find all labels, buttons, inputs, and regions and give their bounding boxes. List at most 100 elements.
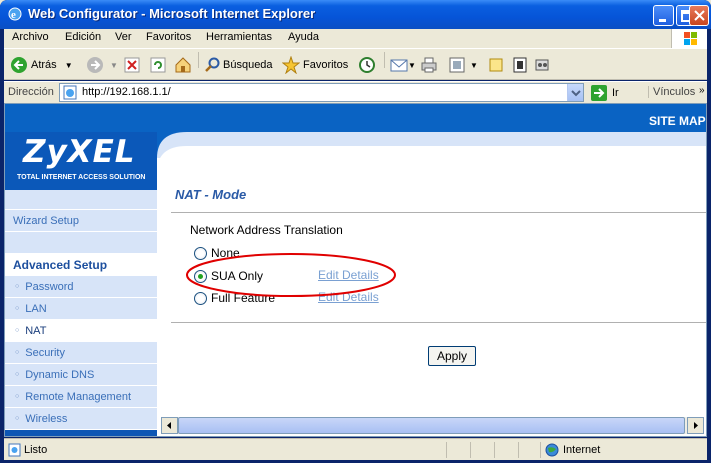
page-icon <box>63 85 77 100</box>
chevron-right-icon <box>694 422 698 429</box>
page-content: SITE MAP ZyXEL Total Internet Access Sol… <box>4 103 707 437</box>
chevron-left-icon <box>167 422 171 429</box>
divider <box>171 212 706 213</box>
mail-button[interactable]: ▼ <box>390 54 416 76</box>
history-button[interactable] <box>358 54 376 76</box>
mail-dropdown-icon[interactable]: ▼ <box>408 61 416 70</box>
messenger-icon <box>535 59 549 71</box>
sidebar-item-remote-management[interactable]: Remote Management <box>5 386 157 408</box>
star-icon <box>282 56 300 74</box>
sidebar-item-nat[interactable]: NAT <box>5 320 157 342</box>
divider <box>171 322 706 323</box>
page-title: NAT - Mode <box>175 187 247 202</box>
edit-page-icon <box>449 57 465 73</box>
svg-text:e: e <box>11 9 16 21</box>
search-icon <box>205 57 220 72</box>
edit-dropdown-icon[interactable]: ▼ <box>470 61 478 70</box>
status-bar: Listo Internet <box>4 438 707 460</box>
forward-dropdown-icon[interactable]: ▼ <box>110 61 118 70</box>
scroll-right-button[interactable] <box>687 417 704 434</box>
windows-logo-icon <box>671 29 707 48</box>
search-button[interactable]: Búsqueda <box>204 54 273 76</box>
favorites-label: Favoritos <box>303 59 349 71</box>
edit-button[interactable]: ▼ <box>448 54 478 76</box>
search-label: Búsqueda <box>223 59 273 71</box>
minimize-button[interactable] <box>653 5 674 26</box>
menu-herramientas[interactable]: Herramientas <box>206 31 272 43</box>
address-dropdown-button[interactable] <box>567 84 583 101</box>
sidebar-item-password[interactable]: Password <box>5 276 157 298</box>
mail-icon <box>390 59 408 72</box>
zyxel-logo: ZyXEL <box>23 134 136 170</box>
scroll-left-button[interactable] <box>161 417 178 434</box>
sidebar-item-lan[interactable]: LAN <box>5 298 157 320</box>
go-label: Ir <box>612 86 619 99</box>
sidebar-nav: Wizard Setup Advanced Setup Password LAN… <box>5 190 157 430</box>
horizontal-scrollbar[interactable] <box>161 417 704 434</box>
main-panel: NAT - Mode Network Address Translation N… <box>157 158 706 436</box>
history-icon <box>359 57 375 73</box>
nav-spacer <box>5 190 157 210</box>
back-button[interactable]: Atrás ▼ <box>10 54 73 76</box>
menu-favoritos[interactable]: Favoritos <box>146 31 191 43</box>
forward-button[interactable]: ▼ <box>86 54 118 76</box>
page-done-icon <box>8 443 21 457</box>
stop-icon <box>124 57 140 73</box>
sidebar-item-security[interactable]: Security <box>5 342 157 364</box>
address-label: Dirección <box>8 86 54 98</box>
logo-area: ZyXEL Total Internet Access Solution <box>5 132 157 190</box>
logo-tagline: Total Internet Access Solution <box>17 174 146 181</box>
sidebar-item-wizard-setup[interactable]: Wizard Setup <box>5 210 157 232</box>
home-button[interactable] <box>174 54 192 76</box>
menu-archivo[interactable]: Archivo <box>12 31 49 43</box>
forward-arrow-icon <box>87 57 103 73</box>
window-title: Web Configurator - Microsoft Internet Ex… <box>28 6 316 21</box>
back-arrow-icon <box>11 57 27 73</box>
refresh-icon <box>150 57 166 73</box>
security-zone: Internet <box>540 442 690 458</box>
note-icon <box>489 58 503 72</box>
go-button[interactable]: Ir <box>590 83 630 102</box>
chevron-down-icon <box>571 90 581 97</box>
links-button[interactable]: Vínculos <box>648 86 695 98</box>
back-dropdown-icon[interactable]: ▼ <box>65 61 73 70</box>
sidebar-item-wireless[interactable]: Wireless <box>5 408 157 430</box>
printer-icon <box>421 57 437 73</box>
address-url: http://192.168.1.1/ <box>82 86 171 98</box>
address-bar: Dirección http://192.168.1.1/ Ir Vínculo… <box>4 81 707 103</box>
minimize-icon <box>659 19 666 22</box>
title-bar[interactable]: e Web Configurator - Microsoft Internet … <box>0 0 711 29</box>
site-map-link[interactable]: SITE MAP <box>649 114 706 128</box>
stop-button[interactable] <box>124 54 140 76</box>
close-button[interactable] <box>689 5 709 26</box>
zone-label: Internet <box>563 444 601 456</box>
back-label: Atrás <box>31 59 57 71</box>
menu-edicion[interactable]: Edición <box>65 31 101 43</box>
menu-ayuda[interactable]: Ayuda <box>288 31 319 43</box>
scroll-thumb[interactable] <box>178 417 685 434</box>
menu-bar: Archivo Edición Ver Favoritos Herramient… <box>4 29 707 48</box>
close-icon <box>694 10 705 21</box>
sidebar-item-dynamic-dns[interactable]: Dynamic DNS <box>5 364 157 386</box>
globe-icon <box>545 443 559 457</box>
red-highlight-ellipse <box>186 253 396 297</box>
messenger-button[interactable] <box>534 54 550 76</box>
ie-icon: e <box>8 7 22 21</box>
research-icon <box>513 57 527 73</box>
browser-window: e Web Configurator - Microsoft Internet … <box>0 0 711 463</box>
address-input[interactable]: http://192.168.1.1/ <box>59 83 584 102</box>
go-arrow-icon <box>591 84 607 101</box>
nav-spacer <box>5 232 157 254</box>
favorites-button[interactable]: Favoritos <box>282 54 348 76</box>
nat-section-label: Network Address Translation <box>190 223 343 237</box>
discuss-button[interactable] <box>488 54 504 76</box>
menu-ver[interactable]: Ver <box>115 31 132 43</box>
links-chevron-icon[interactable]: » <box>699 85 705 96</box>
refresh-button[interactable] <box>150 54 166 76</box>
status-text: Listo <box>24 444 48 456</box>
print-button[interactable] <box>420 54 438 76</box>
research-button[interactable] <box>512 54 528 76</box>
toolbar: Atrás ▼ ▼ Búsqueda Favoritos ▼ ▼ <box>4 48 707 80</box>
sidebar-heading-advanced-setup[interactable]: Advanced Setup <box>5 254 157 276</box>
apply-button[interactable]: Apply <box>428 346 476 366</box>
